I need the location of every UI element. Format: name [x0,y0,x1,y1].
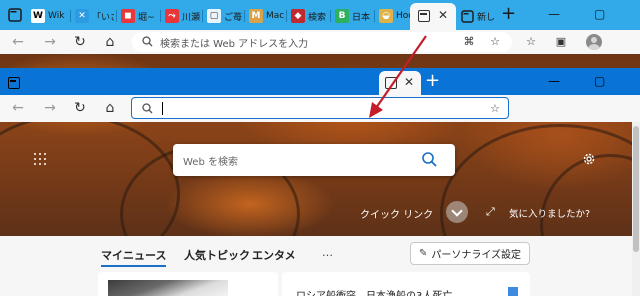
outer-tab-1[interactable]: W Wik [28,4,68,28]
search-icon [142,36,153,47]
forward-button[interactable]: → [42,100,58,116]
new-tab-button[interactable]: + [501,4,516,24]
add-favorite-icon[interactable]: ☆ [488,35,502,49]
tab-label: 日本 [352,12,371,23]
tab-actions-icon[interactable] [8,77,20,89]
tab-trending[interactable]: 人気トピック [184,247,250,263]
search-placeholder: Web を検索 [183,157,238,168]
search-icon[interactable] [421,151,438,168]
news-headline[interactable]: ロシア船衝突、日本漁船の3人死亡 [296,287,452,296]
close-tab-icon[interactable]: ✕ [438,8,448,22]
tab-label: Wik [48,11,65,21]
scrollbar-thumb[interactable] [633,126,639,252]
home-button[interactable]: ⌂ [102,100,118,116]
personalize-label: パーソナライズ設定 [431,250,522,261]
back-button[interactable]: ← [10,34,26,50]
tab-label: 「いさ [92,12,114,23]
news-card[interactable]: ロシア船衝突、日本漁船の3人死亡 [282,272,530,296]
like-image-prompt[interactable]: 気に入りましたか? [509,206,590,220]
outer-toolbar: ← → ↻ ⌂ 検索または Web アドレスを入力 ⌘ ☆ ☆ ▣ [0,30,640,54]
outer-tab-active[interactable]: ✕ [410,3,456,30]
outer-tab-6[interactable]: M Mac [246,4,284,28]
outer-tab-4[interactable]: ⤳ 川瀬 [162,4,200,28]
tab-label: 堀~ [138,12,155,23]
refresh-button[interactable]: ↻ [72,100,88,116]
car-icon: ◆ [291,9,305,23]
maximize-button[interactable]: ▢ [594,7,605,21]
scrollbar[interactable] [632,122,640,296]
quick-links-toggle-button[interactable] [446,201,468,223]
refresh-button[interactable]: ↻ [72,34,88,50]
outer-tab-bar: W Wik ✕ 「いさ ◼ 堀~ ⤳ 川瀬 ▢ ご苺 M Mac ◆ 検索 B … [0,0,640,30]
apps-grid-icon[interactable] [34,153,46,165]
tab-page-icon [418,10,430,22]
collections-icon[interactable]: ▣ [554,35,568,49]
close-tab-icon[interactable]: ✕ [404,75,414,89]
personalize-button[interactable]: ✎ パーソナライズ設定 [410,242,530,265]
tab-label: 検索 [308,12,327,23]
extensions-icon[interactable]: ⌘ [462,35,476,49]
tab-label: ご苺 [224,12,242,23]
minimize-button[interactable]: — [548,74,560,88]
tab-label: Hoc [396,11,410,21]
profile-avatar[interactable] [586,34,602,50]
minimize-button[interactable]: — [548,7,560,21]
outer-tab-2[interactable]: ✕ 「いさ [72,4,114,28]
settings-gear-icon[interactable] [582,152,596,166]
quick-links-label: クイック リンク [360,210,434,221]
pencil-icon: ✎ [418,248,428,259]
add-favorite-icon[interactable]: ☆ [490,102,500,115]
new-tab-button[interactable]: + [425,72,440,90]
tab-page-icon [385,77,397,89]
twitter-icon: ✕ [75,9,89,23]
search-icon [142,103,153,114]
address-placeholder: 検索または Web アドレスを入力 [160,39,309,50]
maximize-button[interactable]: ▢ [594,74,605,88]
inner-tab-bar: ✕ + — ▢ [0,68,640,95]
document-icon: ▢ [207,9,221,23]
outer-tab-3[interactable]: ◼ 堀~ [118,4,158,28]
news-site-icon: ◼ [121,9,135,23]
web-search-box[interactable]: Web を検索 [173,144,455,176]
b-site-icon: B [335,9,349,23]
back-button[interactable]: ← [10,100,26,116]
outer-tab-9[interactable]: ◒ Hoc [376,4,410,28]
home-button[interactable]: ⌂ [102,34,118,50]
favorites-icon[interactable]: ☆ [524,35,538,49]
outer-tab-next[interactable]: 新し [458,4,496,28]
more-tabs-button[interactable]: … [322,246,334,259]
news-thumbnail [108,280,228,296]
brand-icon: ⤳ [165,9,179,23]
wikipedia-icon: W [31,9,45,23]
expand-icon[interactable]: ⤢ [486,205,495,219]
inner-toolbar: ← → ↻ ⌂ ☆ [0,95,640,122]
news-card-image[interactable] [98,272,278,296]
outer-tab-7[interactable]: ◆ 検索 [288,4,328,28]
outer-tab-5[interactable]: ▢ ご苺 [204,4,242,28]
tab-label: 川瀬 [182,12,200,23]
outer-tab-8[interactable]: B 日本 [332,4,372,28]
inner-address-bar[interactable]: ☆ [131,97,509,119]
tab-my-news[interactable]: マイニュース [101,247,167,267]
text-caret [162,102,163,115]
outer-address-bar[interactable]: 検索または Web アドレスを入力 [132,32,512,52]
tab-entertainment[interactable]: エンタメ [252,247,296,263]
inner-tab-active[interactable]: ✕ [379,71,421,95]
tab-label: 新し [477,12,496,23]
hoc-site-icon: ◒ [379,9,393,23]
tab-page-icon [461,9,474,23]
forward-button[interactable]: → [42,34,58,50]
m-site-icon: M [249,9,263,23]
news-source-icon [508,287,518,296]
tab-label: Mac [266,11,284,21]
tab-actions-icon[interactable] [8,8,22,22]
